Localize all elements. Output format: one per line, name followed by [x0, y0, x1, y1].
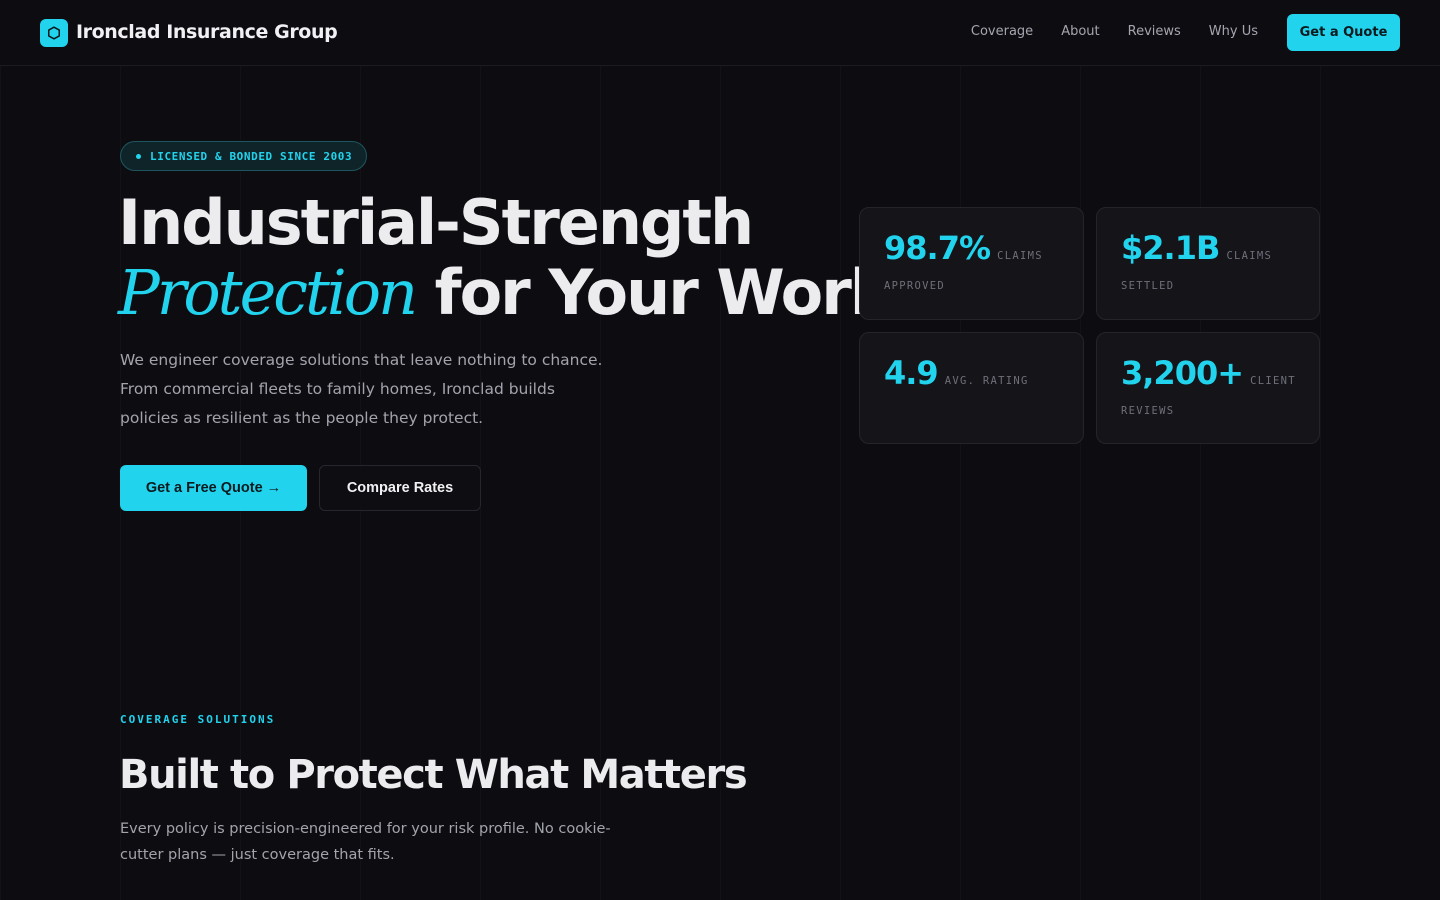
stat-card-avg-rating: 4.9 Avg. Rating: [859, 332, 1084, 444]
stat-value: 4.9: [884, 354, 939, 392]
free-quote-button[interactable]: Get a Free Quote →: [120, 465, 307, 511]
stat-card-claims-approved: 98.7% Claims Approved: [859, 207, 1084, 320]
stat-label: Avg. Rating: [944, 375, 1029, 387]
stat-value: $2.1B: [1121, 229, 1220, 267]
nav-link-about[interactable]: About: [1061, 23, 1099, 41]
brand-name[interactable]: Ironclad Insurance Group: [76, 19, 338, 45]
hero-title-line1: Industrial-Strength: [118, 186, 754, 259]
section-title: Built to Protect What Matters: [119, 752, 748, 798]
nav-link-why-us[interactable]: Why Us: [1209, 23, 1258, 41]
section-eyebrow: COVERAGE SOLUTIONS: [120, 713, 276, 726]
badge-label: LICENSED & BONDED SINCE 2003: [150, 149, 353, 163]
hero-title-line2: for Your World: [415, 256, 914, 329]
licensed-badge: LICENSED & BONDED SINCE 2003: [120, 141, 368, 171]
stat-value: 98.7%: [884, 229, 991, 267]
nav-link-reviews[interactable]: Reviews: [1128, 23, 1181, 41]
landing-page: Ironclad Insurance Group Coverage About …: [0, 0, 1440, 900]
hexagon-icon[interactable]: [40, 19, 68, 47]
stat-card-claims-settled: $2.1B Claims Settled: [1096, 207, 1320, 320]
section-subtitle: Every policy is precision-engineered for…: [120, 821, 611, 863]
get-quote-button[interactable]: Get a Quote: [1287, 14, 1400, 51]
nav-links: Coverage About Reviews Why Us: [971, 23, 1258, 41]
compare-rates-button[interactable]: Compare Rates: [319, 465, 481, 511]
top-navbar: Ironclad Insurance Group Coverage About …: [0, 0, 1440, 66]
stat-card-client-reviews: 3,200+ Client Reviews: [1096, 332, 1320, 444]
stat-value: 3,200+: [1121, 354, 1244, 392]
badge-dot-icon: [136, 153, 141, 159]
nav-link-coverage[interactable]: Coverage: [971, 23, 1033, 41]
hero-title-accent: Protection: [118, 256, 418, 329]
hero-title: Industrial-Strength Protection for Your …: [118, 186, 914, 329]
hero-subtitle: We engineer coverage solutions that leav…: [120, 351, 603, 427]
